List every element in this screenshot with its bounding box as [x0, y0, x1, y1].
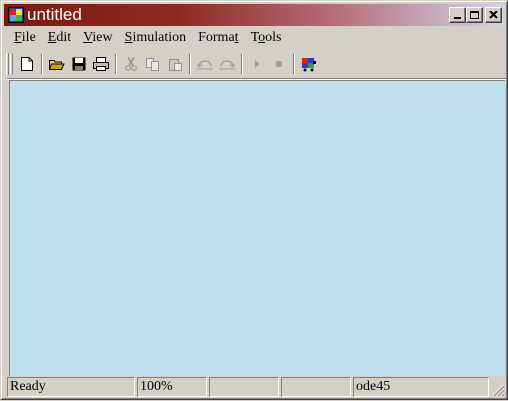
toolbar: [4, 50, 504, 78]
maximize-icon: [469, 10, 479, 19]
window-controls: [449, 7, 502, 23]
start-simulation-button[interactable]: [246, 53, 268, 75]
copy-icon: [146, 57, 159, 71]
menu-edit[interactable]: Edit: [42, 28, 77, 48]
simulink-model-icon[interactable]: [8, 7, 24, 23]
status-bar: Ready 100% ode45: [7, 377, 505, 397]
toolbar-separator: [115, 54, 117, 74]
toolbar-separator: [293, 54, 295, 74]
new-icon: [21, 57, 33, 71]
cut-button[interactable]: [120, 53, 142, 75]
new-model-button[interactable]: [16, 53, 38, 75]
menu-simulation[interactable]: Simulation: [119, 28, 192, 48]
stop-simulation-icon: [276, 61, 282, 67]
open-button[interactable]: [46, 53, 68, 75]
solver-name: ode45: [353, 377, 489, 397]
paste-icon: [168, 58, 182, 71]
application-window: untitled File Edit View Simulation Forma…: [0, 0, 508, 400]
resize-grip[interactable]: [491, 383, 505, 397]
menu-view[interactable]: View: [77, 28, 119, 48]
undo-icon: [196, 60, 213, 70]
save-button[interactable]: [68, 53, 90, 75]
menu-tools[interactable]: Tools: [245, 28, 288, 48]
title-bar[interactable]: untitled: [4, 4, 504, 26]
maximize-button[interactable]: [466, 7, 483, 23]
toolbar-separator: [241, 54, 243, 74]
resize-grip-icon: [492, 384, 505, 397]
undo-button[interactable]: [194, 53, 216, 75]
zoom-level: 100%: [137, 377, 207, 397]
redo-icon: [219, 60, 236, 70]
print-icon: [93, 57, 109, 71]
redo-button[interactable]: [216, 53, 238, 75]
save-icon: [72, 57, 86, 71]
print-button[interactable]: [90, 53, 112, 75]
menu-bar: File Edit View Simulation Format Tools: [4, 27, 504, 49]
paste-button[interactable]: [164, 53, 186, 75]
open-icon: [49, 60, 65, 70]
menu-format[interactable]: Format: [192, 28, 244, 48]
copy-button[interactable]: [142, 53, 164, 75]
close-button[interactable]: [485, 7, 502, 23]
start-simulation-icon: [255, 60, 260, 68]
toolbar-separator: [189, 54, 191, 74]
minimize-icon: [453, 16, 461, 19]
cut-icon: [125, 56, 137, 71]
stop-simulation-button[interactable]: [268, 53, 290, 75]
toolbar-grip-2[interactable]: [10, 53, 13, 75]
toolbar-separator: [41, 54, 43, 74]
toolbar-grip[interactable]: [6, 53, 9, 75]
window-title: untitled: [27, 5, 82, 24]
model-canvas[interactable]: [9, 80, 505, 376]
library-browser-icon: [302, 58, 316, 72]
close-icon: [488, 10, 498, 19]
status-pane-4: [281, 377, 351, 397]
status-pane-3: [209, 377, 279, 397]
library-browser-button[interactable]: [298, 53, 320, 75]
status-text: Ready: [7, 377, 135, 397]
minimize-button[interactable]: [449, 7, 466, 23]
menu-file[interactable]: File: [8, 28, 42, 48]
